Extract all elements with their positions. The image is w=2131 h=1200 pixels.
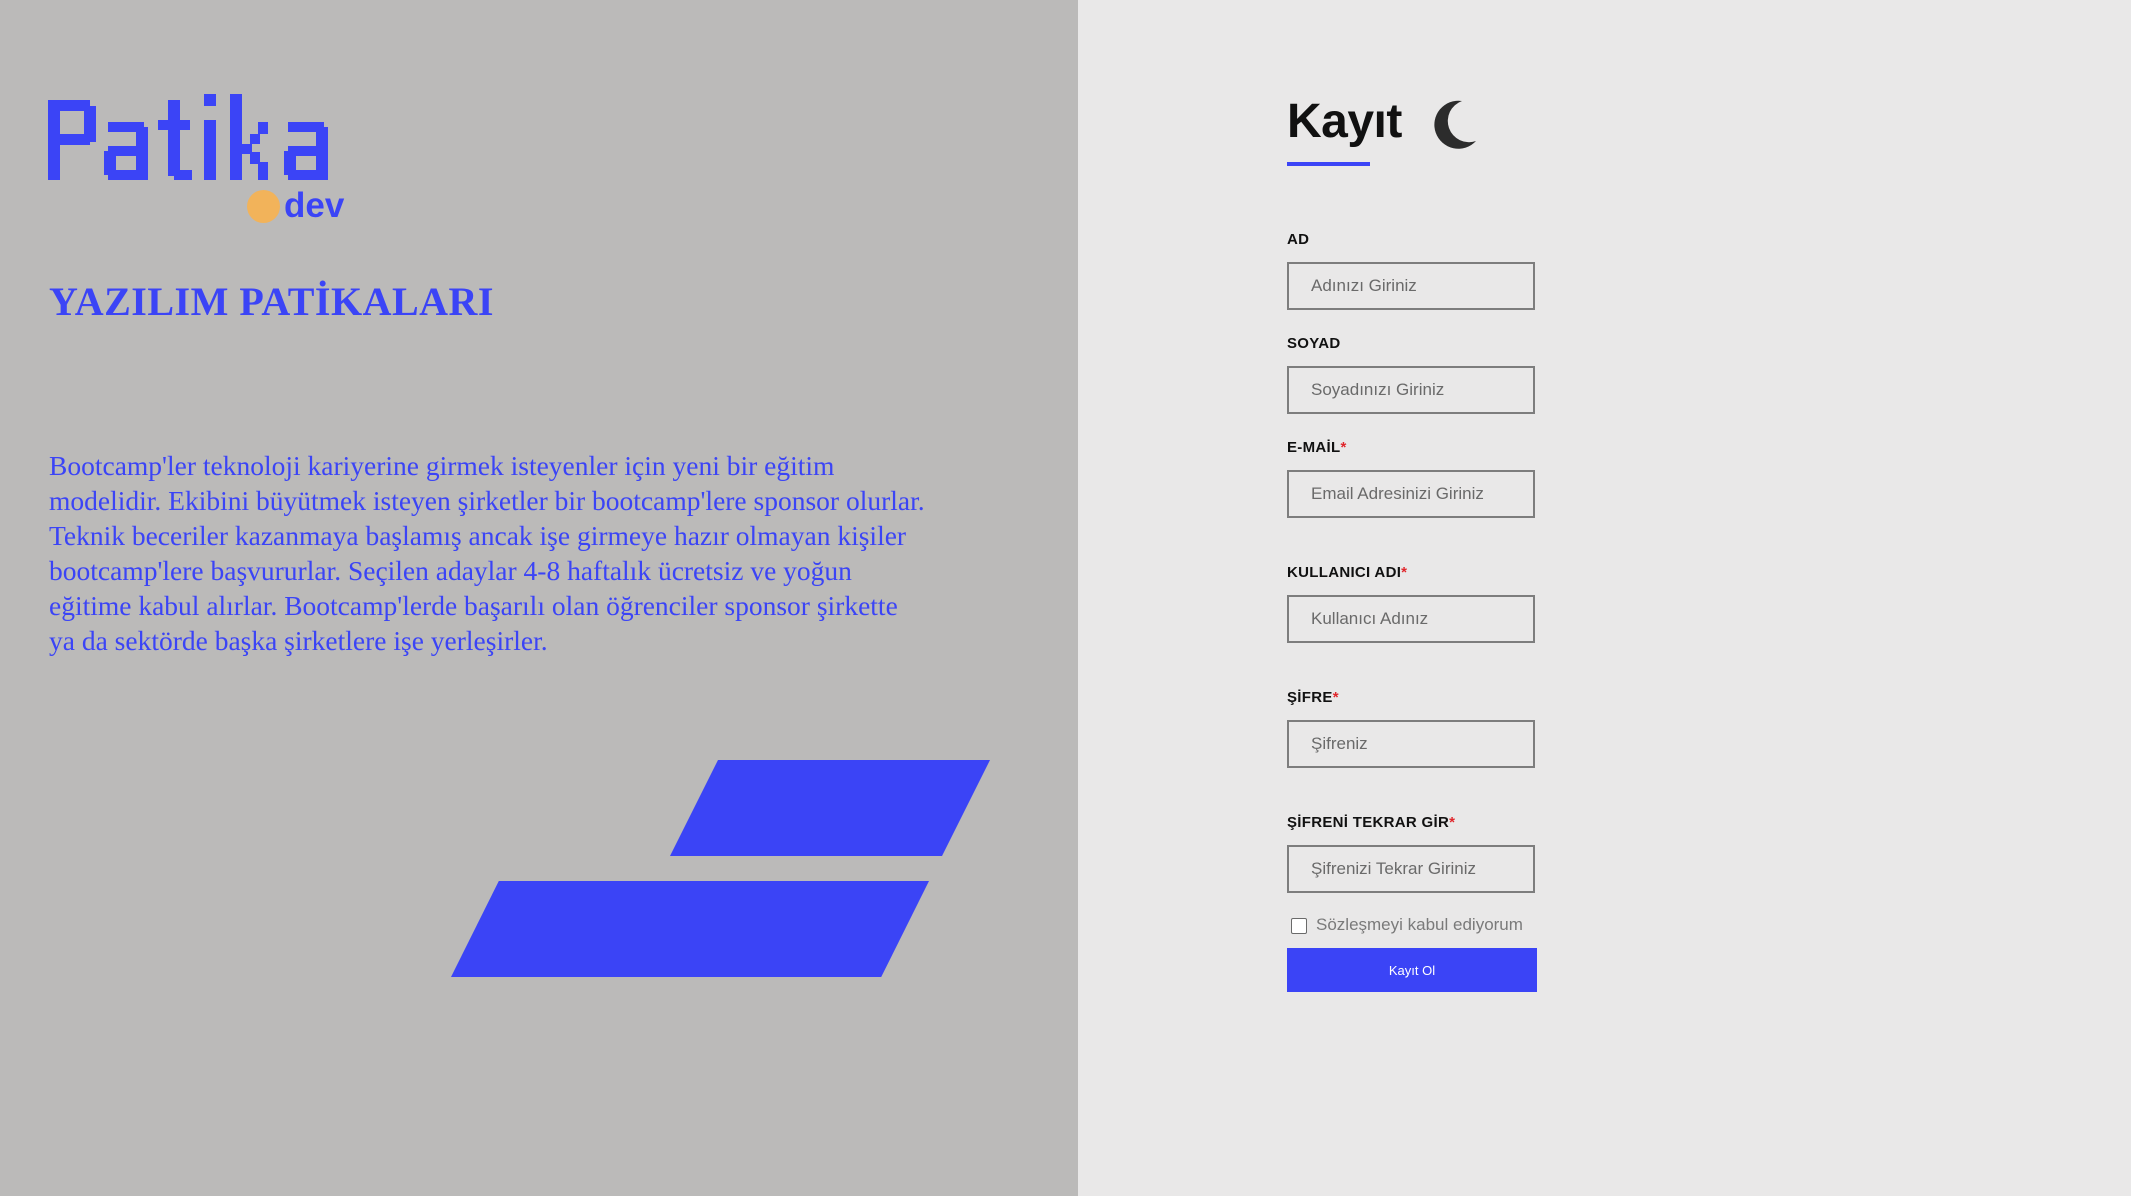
register-button[interactable]: Kayıt Ol [1287,948,1537,992]
title-underline [1287,162,1370,166]
logo-sub-text: dev [284,186,345,225]
username-label: KULLANICI ADI* [1287,564,1408,581]
required-marker: * [1340,439,1347,456]
patika-logo [48,94,351,180]
password-label: ŞİFRE* [1287,689,1339,706]
email-label: E-MAİL* [1287,439,1347,456]
ad-input[interactable] [1287,262,1535,310]
password-repeat-input[interactable] [1287,845,1535,893]
required-marker: * [1332,689,1339,706]
soyad-input[interactable] [1287,366,1535,414]
ad-label: AD [1287,231,1310,248]
agreement-checkbox[interactable] [1291,918,1307,934]
moon-icon[interactable] [1432,99,1478,149]
required-marker: * [1449,814,1456,831]
intro-paragraph: Bootcamp'ler teknoloji kariyerine girmek… [49,450,925,656]
patika-logo-wordmark [48,94,328,180]
soyad-label: SOYAD [1287,335,1341,352]
required-marker: * [1401,564,1408,581]
logo-dot-icon [247,190,280,223]
email-input[interactable] [1287,470,1535,518]
form-title: Kayıt [1287,95,1402,148]
page-heading: YAZILIM PATİKALARI [49,279,494,324]
password-input[interactable] [1287,720,1535,768]
decorative-parallelogram-top [670,760,990,856]
password-repeat-label: ŞİFRENİ TEKRAR GİR* [1287,814,1456,831]
logo-dev-mark: dev [247,186,351,226]
right-panel [1078,0,2131,1196]
username-input[interactable] [1287,595,1535,643]
agreement-label[interactable]: Sözleşmeyi kabul ediyorum [1316,915,1523,935]
decorative-parallelogram-bottom [451,881,929,977]
